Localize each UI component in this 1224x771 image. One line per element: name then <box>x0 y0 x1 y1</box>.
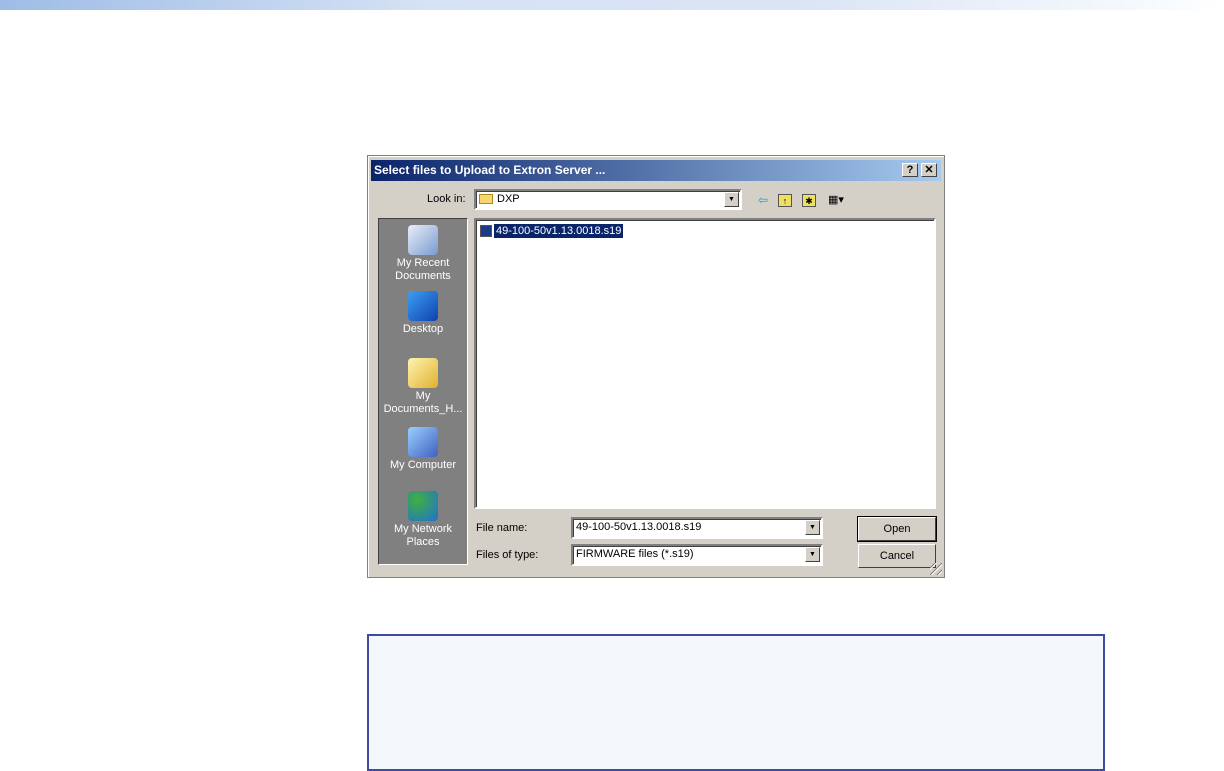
file-upload-dialog: Select files to Upload to Extron Server … <box>367 155 945 578</box>
note-box <box>367 634 1105 771</box>
help-button[interactable]: ? <box>902 163 918 177</box>
page-header-band <box>0 0 1224 10</box>
folder-icon <box>479 194 493 205</box>
place-desktop[interactable]: Desktop <box>379 291 467 336</box>
place-recent-documents[interactable]: My Recent Documents <box>379 225 467 283</box>
file-list[interactable]: 49-100-50v1.13.0018.s19 <box>474 218 936 509</box>
open-button[interactable]: Open <box>857 516 937 542</box>
network-places-icon <box>408 491 438 521</box>
dialog-title: Select files to Upload to Extron Server … <box>374 163 606 177</box>
my-computer-icon <box>408 427 438 457</box>
file-name-label: File name: <box>476 522 528 534</box>
file-item-name: 49-100-50v1.13.0018.s19 <box>492 223 625 239</box>
new-folder-icon[interactable]: ✱ <box>802 194 816 207</box>
file-type-select[interactable]: FIRMWARE files (*.s19) ▼ <box>571 544 823 566</box>
up-folder-icon[interactable]: ↑ <box>778 194 792 207</box>
file-icon <box>480 225 492 237</box>
file-name-input[interactable]: 49-100-50v1.13.0018.s19 ▼ <box>571 517 823 539</box>
back-icon[interactable]: ⇦ <box>756 194 770 207</box>
place-my-documents[interactable]: My Documents_H... <box>379 358 467 416</box>
dialog-title-bar: Select files to Upload to Extron Server … <box>371 160 941 181</box>
file-type-label: Files of type: <box>476 549 539 561</box>
close-button[interactable]: ✕ <box>921 163 937 177</box>
look-in-value: DXP <box>497 193 520 205</box>
cancel-button[interactable]: Cancel <box>858 544 936 568</box>
recent-documents-icon <box>408 225 438 255</box>
places-bar: My Recent Documents Desktop My Documents… <box>378 218 468 565</box>
place-network[interactable]: My Network Places <box>379 491 467 549</box>
file-item[interactable]: 49-100-50v1.13.0018.s19 <box>480 223 625 239</box>
place-my-computer[interactable]: My Computer <box>379 427 467 472</box>
my-documents-icon <box>408 358 438 388</box>
look-in-select[interactable]: DXP ▼ <box>474 189 742 210</box>
view-menu-icon[interactable]: ▦▾ <box>826 194 846 207</box>
desktop-icon <box>408 291 438 321</box>
look-in-label: Look in: <box>427 193 466 205</box>
chevron-down-icon[interactable]: ▼ <box>805 520 820 535</box>
chevron-down-icon[interactable]: ▼ <box>805 547 820 562</box>
resize-grip-icon[interactable] <box>930 563 942 575</box>
chevron-down-icon[interactable]: ▼ <box>724 192 739 207</box>
